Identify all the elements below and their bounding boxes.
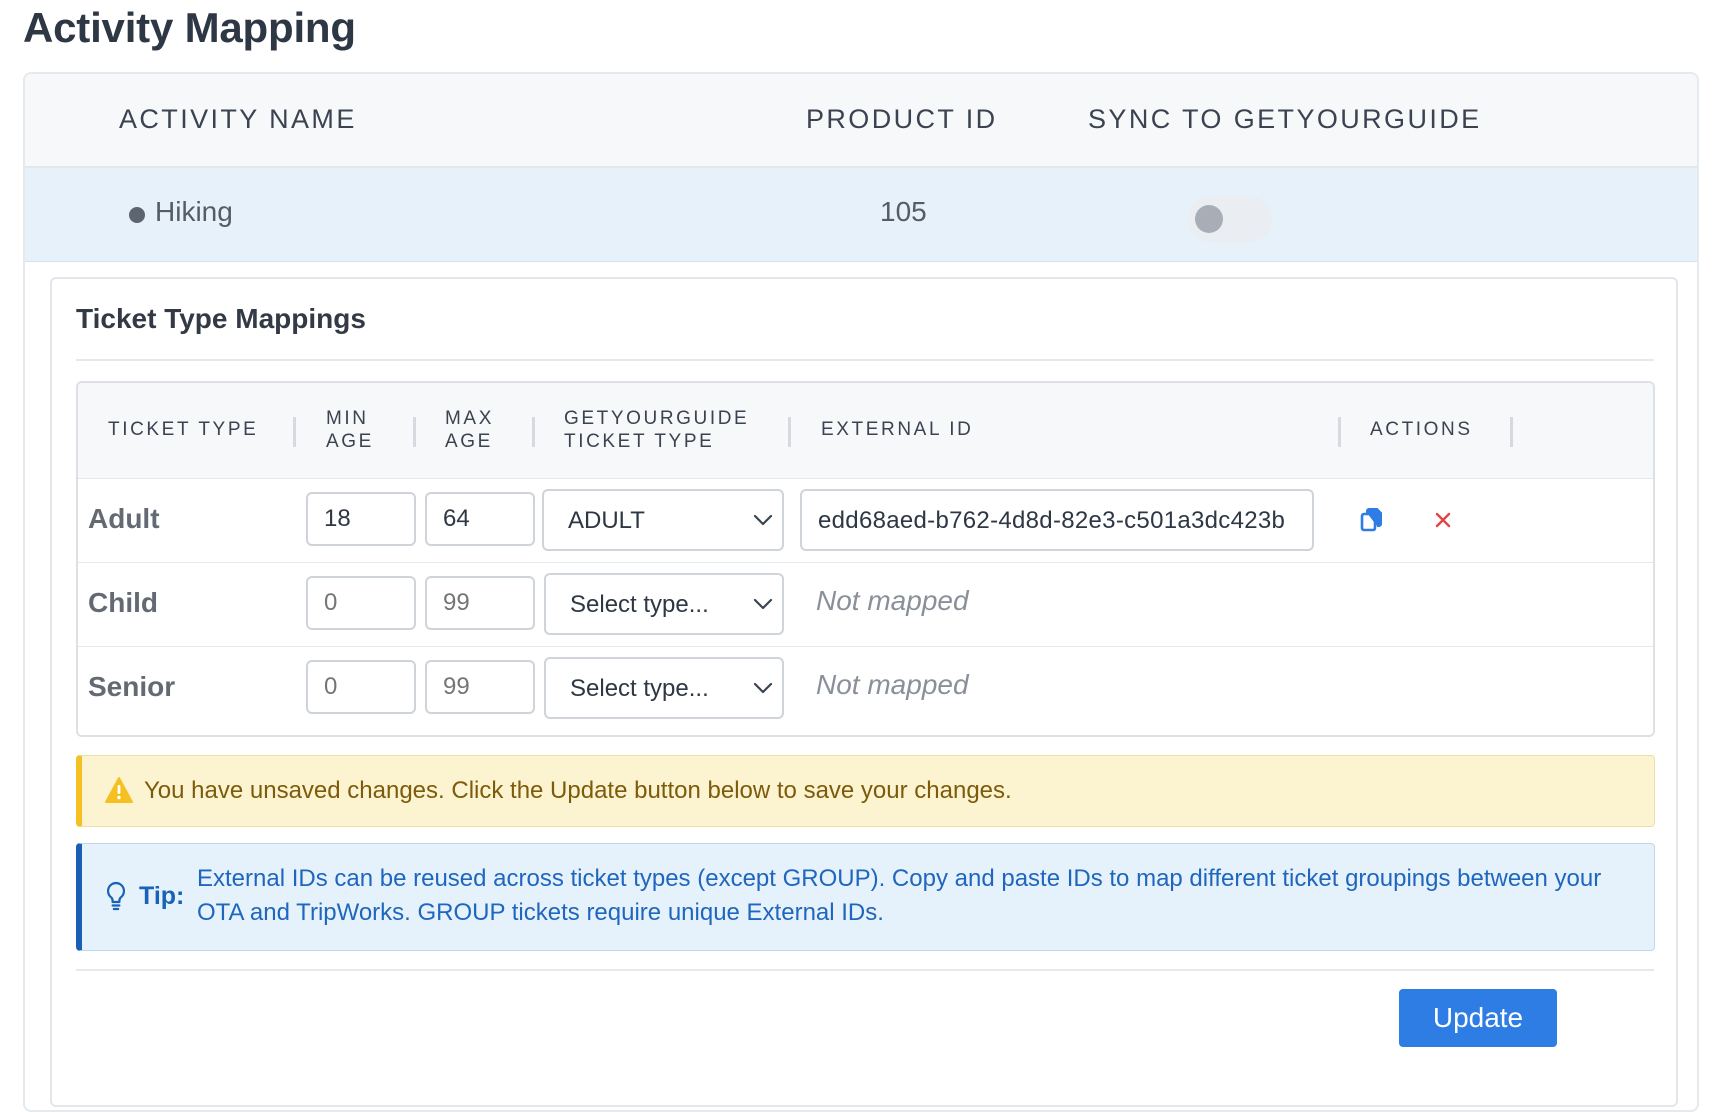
toggle-knob [1195, 205, 1223, 233]
lightbulb-icon [106, 881, 126, 911]
activity-row[interactable]: Hiking 105 [25, 168, 1697, 262]
header-actions: ACTIONS [1370, 419, 1473, 440]
table-row: Senior Select type... Not mapped [78, 647, 1653, 731]
warning-text: You have unsaved changes. Click the Upda… [144, 777, 1012, 804]
ticket-mappings-card: Ticket Type Mappings TICKET TYPE MIN AGE… [50, 277, 1678, 1107]
sync-toggle[interactable] [1188, 196, 1272, 242]
header-max-age-line2: AGE [445, 431, 493, 452]
tip-alert: Tip: External IDs can be reused across t… [76, 843, 1655, 951]
warning-icon [105, 777, 133, 803]
tip-label: Tip: [139, 882, 185, 910]
column-divider [293, 417, 296, 447]
ticket-mappings-title: Ticket Type Mappings [76, 303, 366, 334]
tip-text: External IDs can be reused across ticket… [197, 865, 1602, 926]
column-divider [788, 417, 791, 447]
activity-table-header: ACTIVITY NAME PRODUCT ID SYNC TO GETYOUR… [25, 74, 1697, 168]
copy-icon[interactable] [1359, 506, 1385, 534]
ticket-type-label: Senior [88, 671, 176, 702]
header-max-age: MAX AGE [445, 407, 494, 453]
min-age-input[interactable] [306, 576, 416, 630]
column-divider [413, 417, 416, 447]
min-age-input[interactable] [306, 492, 416, 546]
bullet-icon [129, 207, 145, 223]
header-product-id: PRODUCT ID [806, 104, 998, 134]
product-id: 105 [880, 196, 927, 227]
column-divider [1510, 417, 1513, 447]
header-gyg-line2: TICKET TYPE [564, 431, 715, 452]
external-id-field[interactable]: edd68aed-b762-4d8d-82e3-c501a3dc423b [800, 489, 1314, 551]
max-age-input[interactable] [425, 660, 535, 714]
chevron-down-icon [753, 514, 773, 526]
ticket-type-label: Adult [88, 503, 160, 534]
not-mapped-text: Not mapped [816, 585, 969, 616]
table-row: Adult ADULT edd68aed-b762-4d8d-82e3-c501… [78, 479, 1653, 563]
not-mapped-text: Not mapped [816, 669, 969, 700]
select-value: Select type... [570, 675, 709, 702]
divider [76, 969, 1654, 971]
header-ticket-type: TICKET TYPE [108, 419, 259, 440]
header-min-age-line1: MIN [326, 408, 369, 429]
header-gyg-line1: GETYOURGUIDE [564, 408, 750, 429]
ticket-table-header: TICKET TYPE MIN AGE MAX AGE GETYOURGUIDE… [78, 383, 1653, 479]
max-age-input[interactable] [425, 492, 535, 546]
select-value: Select type... [570, 591, 709, 618]
divider [76, 359, 1654, 361]
chevron-down-icon [753, 598, 773, 610]
ticket-type-table: TICKET TYPE MIN AGE MAX AGE GETYOURGUIDE… [76, 381, 1655, 737]
unsaved-changes-alert: You have unsaved changes. Click the Upda… [76, 755, 1655, 827]
delete-icon[interactable] [1432, 509, 1454, 531]
header-gyg-ticket-type: GETYOURGUIDE TICKET TYPE [564, 407, 749, 453]
column-divider [532, 417, 535, 447]
header-max-age-line1: MAX [445, 408, 494, 429]
header-external-id: EXTERNAL ID [821, 419, 974, 440]
activity-mapping-card: ACTIVITY NAME PRODUCT ID SYNC TO GETYOUR… [23, 72, 1699, 1112]
header-min-age-line2: AGE [326, 431, 374, 452]
gyg-ticket-type-select[interactable]: ADULT [542, 489, 784, 551]
update-button[interactable]: Update [1399, 989, 1557, 1047]
header-min-age: MIN AGE [326, 407, 374, 453]
gyg-ticket-type-select[interactable]: Select type... [544, 657, 784, 719]
ticket-type-label: Child [88, 587, 158, 618]
activity-name: Hiking [155, 196, 233, 227]
column-divider [1338, 417, 1341, 447]
header-activity-name: ACTIVITY NAME [119, 104, 357, 134]
table-row: Child Select type... Not mapped [78, 563, 1653, 647]
page-title: Activity Mapping [23, 4, 356, 51]
chevron-down-icon [753, 682, 773, 694]
max-age-input[interactable] [425, 576, 535, 630]
header-sync: SYNC TO GETYOURGUIDE [1088, 104, 1482, 134]
external-id-value: edd68aed-b762-4d8d-82e3-c501a3dc423b [818, 507, 1286, 534]
min-age-input[interactable] [306, 660, 416, 714]
select-value: ADULT [568, 507, 645, 534]
gyg-ticket-type-select[interactable]: Select type... [544, 573, 784, 635]
